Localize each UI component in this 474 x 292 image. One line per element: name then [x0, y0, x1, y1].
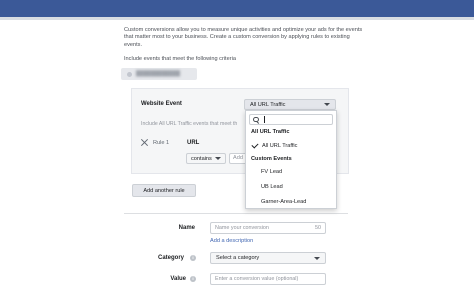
option-ub-lead[interactable]: UB Lead: [247, 181, 335, 193]
value-input[interactable]: Enter a conversion value (optional): [210, 273, 326, 285]
caret-down-icon: [215, 157, 221, 160]
option-all-url-traffic[interactable]: All URL Traffic: [247, 140, 335, 152]
website-event-value: All URL Traffic: [250, 101, 286, 108]
caret-down-icon: [314, 256, 320, 260]
include-note: Include All URL Traffic events that meet…: [141, 121, 238, 127]
section-divider: [124, 213, 348, 214]
option-fv-lead[interactable]: FV Lead: [247, 166, 335, 178]
info-icon[interactable]: i: [190, 255, 196, 261]
name-input[interactable]: Name your conversion 50: [210, 222, 326, 234]
intro-text: Custom conversions allow you to measure …: [124, 27, 363, 48]
add-description-link[interactable]: Add a description: [210, 238, 253, 244]
option-garner-area-lead[interactable]: Garner-Area-Lead: [247, 196, 335, 208]
option-label: UB Lead: [261, 184, 283, 190]
remove-rule-icon[interactable]: [141, 139, 148, 146]
event-dropdown-menu: All URL Traffic All URL Traffic Custom E…: [245, 110, 337, 209]
operator-value: contains: [191, 155, 212, 162]
info-icon[interactable]: i: [190, 276, 196, 282]
category-value: Select a category: [216, 255, 260, 261]
option-label: All URL Traffic: [262, 143, 298, 149]
criteria-label: Include events that meet the following c…: [124, 56, 236, 62]
group-all-url-traffic: All URL Traffic: [251, 129, 290, 135]
category-label: Category: [157, 255, 184, 261]
rule-label: Rule 1: [153, 140, 170, 146]
name-char-limit: 50: [315, 225, 321, 231]
value-label: Value: [170, 276, 186, 282]
header-divider: [0, 17, 474, 20]
add-another-rule-button[interactable]: Add another rule: [132, 184, 196, 197]
url-field-label: URL: [187, 140, 200, 146]
category-select[interactable]: Select a category: [210, 252, 326, 264]
option-label: Garner-Area-Lead: [261, 199, 307, 205]
pixel-icon: [127, 71, 132, 77]
dropdown-search-input[interactable]: [249, 114, 333, 125]
website-event-select[interactable]: All URL Traffic: [244, 99, 336, 110]
website-event-label: Website Event: [141, 101, 182, 107]
dataset-name-redacted: ████████████: [136, 71, 181, 77]
caret-down-icon: [324, 103, 330, 106]
group-custom-events: Custom Events: [251, 156, 292, 162]
name-label: Name: [178, 225, 195, 231]
operator-select[interactable]: contains: [186, 153, 226, 164]
name-placeholder: Name your conversion: [215, 225, 269, 231]
dataset-selector[interactable]: ████████████: [121, 68, 197, 80]
option-label: FV Lead: [261, 169, 283, 175]
search-icon: [253, 116, 259, 123]
value-placeholder: Enter a conversion value (optional): [215, 276, 299, 282]
check-icon: [251, 141, 259, 149]
top-navigation-bar: [0, 0, 474, 17]
text-cursor: [264, 116, 265, 123]
